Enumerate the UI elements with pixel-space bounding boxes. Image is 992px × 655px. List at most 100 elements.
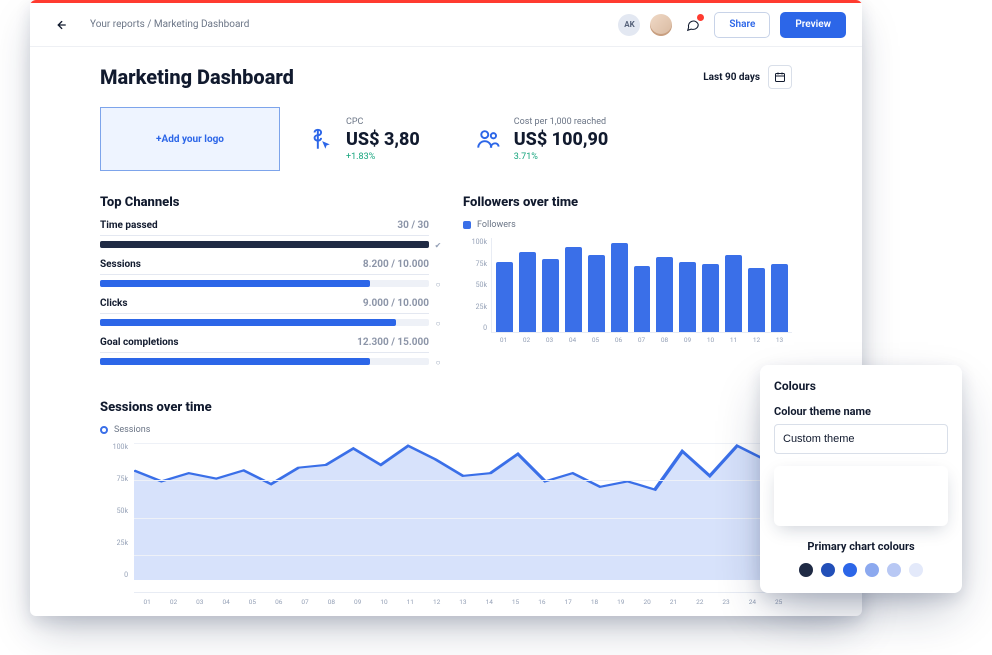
x-tick: 25	[766, 598, 792, 606]
y-tick: 0	[100, 571, 128, 579]
x-tick: 09	[679, 336, 696, 344]
share-button[interactable]: Share	[714, 12, 770, 38]
progress-fill	[100, 358, 370, 365]
date-range-selector[interactable]: Last 90 days	[703, 65, 792, 89]
app-header: Your reports / Marketing Dashboard AK Sh…	[30, 3, 862, 47]
panel-heading: Colours	[774, 379, 948, 393]
progress-end-icon: ○	[433, 357, 443, 367]
chart-bar	[656, 257, 673, 332]
date-range-label: Last 90 days	[703, 72, 760, 83]
add-logo-button[interactable]: +Add your logo	[100, 107, 280, 171]
chart-bar	[496, 262, 513, 333]
x-tick: 20	[634, 598, 660, 606]
metric-label: Time passed	[100, 220, 158, 231]
sessions-legend: Sessions	[100, 425, 792, 435]
progress-end-icon: ✔	[433, 240, 443, 250]
chart-bar	[611, 243, 628, 332]
x-tick: 17	[555, 598, 581, 606]
chart-bar	[588, 255, 605, 332]
x-tick: 16	[529, 598, 555, 606]
comments-button[interactable]	[682, 14, 704, 36]
legend-label: Sessions	[114, 425, 150, 435]
arrow-left-icon	[53, 18, 67, 32]
sessions-section: Sessions over time Sessions 100k75k50k25…	[100, 400, 792, 593]
x-tick: 23	[713, 598, 739, 606]
y-tick: 50k	[463, 281, 487, 289]
progress-track: ○	[100, 358, 429, 365]
page-title: Marketing Dashboard	[100, 65, 294, 89]
x-tick: 13	[450, 598, 476, 606]
colour-swatch[interactable]	[799, 563, 813, 577]
colour-swatch[interactable]	[821, 563, 835, 577]
legend-ring-icon	[100, 426, 108, 434]
progress-fill	[100, 319, 396, 326]
followers-section: Followers over time Followers 100k75k50k…	[463, 195, 792, 376]
top-channels-section: Top Channels Time passed30 / 30✔Sessions…	[100, 195, 429, 376]
theme-name-input[interactable]	[774, 424, 948, 454]
avatar[interactable]: AK	[618, 14, 640, 36]
theme-name-label: Colour theme name	[774, 405, 948, 418]
calendar-button[interactable]	[768, 65, 792, 89]
y-tick: 0	[463, 324, 487, 332]
x-tick: 04	[213, 598, 239, 606]
chart-bar	[565, 247, 582, 332]
x-tick: 02	[160, 598, 186, 606]
metric-value: 30 / 30	[397, 220, 429, 231]
legend-swatch-icon	[463, 221, 471, 229]
x-tick: 04	[564, 336, 581, 344]
progress-end-icon: ○	[433, 279, 443, 289]
followers-chart: 100k75k50k25k0 0102030405060708091011121…	[463, 238, 792, 344]
back-button[interactable]	[46, 11, 74, 39]
x-tick: 07	[292, 598, 318, 606]
x-tick: 21	[660, 598, 686, 606]
progress-track: ○	[100, 319, 429, 326]
x-tick: 11	[725, 336, 742, 344]
y-tick: 100k	[100, 443, 128, 451]
x-tick: 12	[748, 336, 765, 344]
metric-value: 12.300 / 15.000	[357, 337, 429, 348]
cost-per-click-icon	[306, 125, 334, 153]
preview-button[interactable]: Preview	[780, 12, 846, 38]
chart-bar	[519, 252, 536, 332]
progress-track: ✔	[100, 241, 429, 248]
progress-track: ○	[100, 280, 429, 287]
x-tick: 19	[608, 598, 634, 606]
chart-bar	[702, 264, 719, 332]
colour-swatch[interactable]	[909, 563, 923, 577]
x-tick: 06	[266, 598, 292, 606]
mid-row: Top Channels Time passed30 / 30✔Sessions…	[100, 195, 792, 376]
x-tick: 11	[397, 598, 423, 606]
y-tick: 50k	[100, 507, 128, 515]
x-tick: 01	[495, 336, 512, 344]
metric-row: Sessions8.200 / 10.000○	[100, 259, 429, 287]
x-tick: 08	[656, 336, 673, 344]
x-tick: 12	[423, 598, 449, 606]
metric-row: Clicks9.000 / 10.000○	[100, 298, 429, 326]
colours-panel: Colours Colour theme name Primary chart …	[760, 365, 962, 593]
x-tick: 10	[702, 336, 719, 344]
colour-swatch[interactable]	[865, 563, 879, 577]
colour-swatch[interactable]	[843, 563, 857, 577]
metric-row: Time passed 30 / 30 ✔	[100, 220, 429, 248]
x-tick: 06	[610, 336, 627, 344]
colour-swatch[interactable]	[887, 563, 901, 577]
x-tick: 24	[739, 598, 765, 606]
kpi-value: US$ 100,90	[514, 129, 609, 150]
sessions-chart: 100k75k50k25k0 0102030405060708091011121…	[100, 443, 792, 593]
kpi-delta: 3.71%	[514, 152, 609, 162]
chart-bar	[634, 266, 651, 332]
breadcrumb[interactable]: Your reports / Marketing Dashboard	[90, 19, 602, 30]
x-tick: 09	[345, 598, 371, 606]
content: Marketing Dashboard Last 90 days +Add yo…	[30, 47, 862, 615]
metric-label: Sessions	[100, 259, 141, 270]
avatar-collaborator[interactable]	[650, 14, 672, 36]
kpi-value: US$ 3,80	[346, 129, 420, 150]
breadcrumb-current: Marketing Dashboard	[154, 19, 250, 30]
primary-colour-swatches	[774, 563, 948, 577]
x-tick: 03	[187, 598, 213, 606]
kpi-cost-per-reached: Cost per 1,000 reached US$ 100,90 3.71%	[474, 107, 609, 171]
y-tick: 25k	[100, 539, 128, 547]
chart-bar	[748, 268, 765, 332]
x-tick: 03	[541, 336, 558, 344]
x-tick: 07	[633, 336, 650, 344]
